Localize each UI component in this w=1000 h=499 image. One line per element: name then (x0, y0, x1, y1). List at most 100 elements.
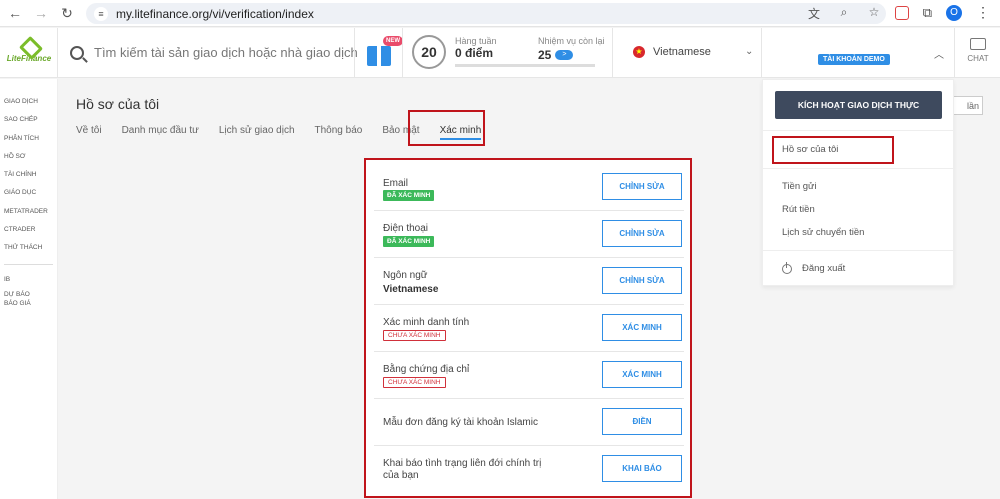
translate-icon[interactable]: 文 (806, 5, 822, 22)
brand-logo[interactable]: LiteFinance (2, 38, 56, 68)
menu-item-withdraw[interactable]: Rút tiền (782, 204, 815, 215)
nav-item-finance[interactable]: TÀI CHÍNH (0, 168, 57, 186)
verification-row-identity: Xác minh danh tính CHƯA XÁC MINH XÁC MIN… (374, 305, 684, 352)
verify-identity-button[interactable]: XÁC MINH (602, 314, 682, 341)
edit-language-button[interactable]: CHỈNH SỬA (602, 267, 682, 294)
verification-row-address: Bằng chứng địa chỉ CHƯA XÁC MINH XÁC MIN… (374, 352, 684, 399)
extension-icon[interactable] (894, 5, 909, 20)
unverified-badge: CHƯA XÁC MINH (383, 330, 446, 341)
tab-notifications[interactable]: Thông báo (315, 125, 363, 140)
verified-badge: ĐÃ XÁC MINH (383, 236, 435, 247)
nav-item-ctrader[interactable]: CTRADER (0, 223, 57, 241)
gift-ribbon (377, 42, 381, 66)
nav-divider (4, 263, 53, 265)
extensions-puzzle-icon[interactable]: ⧉ (923, 5, 932, 21)
verify-address-button[interactable]: XÁC MINH (602, 361, 682, 388)
divider (402, 28, 403, 78)
search-bar[interactable]: Tìm kiếm tài sản giao dịch hoặc nhà giao… (70, 45, 358, 60)
row-title-line1: Khai báo tình trạng liên đới chính trị (383, 458, 542, 469)
divider (612, 28, 613, 78)
background-button[interactable]: lần (951, 96, 983, 115)
chat-icon (970, 38, 986, 50)
row-title: Bằng chứng địa chỉ (383, 364, 470, 375)
edit-phone-button[interactable]: CHỈNH SỬA (602, 220, 682, 247)
forward-arrow-icon[interactable]: → (32, 4, 50, 22)
menu-divider (763, 250, 953, 251)
bookmark-star-icon[interactable]: ☆ (866, 5, 882, 22)
tab-trade-history[interactable]: Lịch sử giao dịch (219, 125, 295, 140)
menu-item-deposit[interactable]: Tiền gửi (782, 181, 817, 192)
verification-row-email: Email ĐÃ XÁC MINH CHỈNH SỬA (374, 164, 684, 211)
unverified-badge: CHƯA XÁC MINH (383, 377, 446, 388)
tab-highlight-frame (408, 110, 485, 146)
profile-highlight-frame (772, 136, 894, 164)
row-title: Mẫu đơn đăng ký tài khoản Islamic (383, 417, 538, 428)
site-settings-icon[interactable]: ≡ (94, 6, 108, 21)
nav-item-education[interactable]: GIÁO DỤC (0, 186, 57, 204)
chevron-down-icon: ⌄ (745, 46, 754, 57)
logo-mark-icon (20, 38, 38, 52)
weekly-progress-bar (455, 64, 595, 67)
level-badge[interactable]: 20 (412, 35, 446, 69)
activate-real-trading-button[interactable]: KÍCH HOẠT GIAO DỊCH THỰC (775, 91, 942, 119)
language-value: Vietnamese (383, 284, 439, 295)
edit-email-button[interactable]: CHỈNH SỬA (602, 173, 682, 200)
account-dropdown: KÍCH HOẠT GIAO DỊCH THỰC Hồ sơ của tôi T… (762, 79, 954, 286)
verification-row-language: Ngôn ngữ Vietnamese CHỈNH SỬA (374, 258, 684, 305)
chevron-up-icon: ︿ (934, 50, 944, 61)
app-header: LiteFinance Tìm kiếm tài sản giao dịch h… (0, 28, 1000, 78)
browser-menu-icon[interactable]: ⋮ (976, 4, 990, 21)
nav-item-challenge[interactable]: THỬ THÁCH (0, 241, 57, 259)
chat-button[interactable]: CHAT (962, 38, 994, 63)
nav-item-copy[interactable]: SAO CHÉP (0, 113, 57, 131)
logout-label: Đăng xuất (802, 263, 846, 274)
verification-row-political: Khai báo tình trạng liên đới chính trị c… (374, 446, 684, 493)
power-icon (782, 261, 792, 274)
tasks-go-button[interactable]: > (555, 50, 574, 60)
demo-account-badge: TÀI KHOẢN DEMO (818, 54, 890, 65)
zoom-icon[interactable]: ⌕ (836, 5, 852, 22)
row-title: Xác minh danh tính (383, 317, 470, 328)
language-label: Vietnamese (653, 46, 711, 58)
nav-item-metatrader[interactable]: METATRADER (0, 205, 57, 223)
verification-card: Email ĐÃ XÁC MINH CHỈNH SỬA Điện thoại Đ… (364, 158, 692, 498)
tasks-label: Nhiệm vụ còn lại (538, 36, 605, 46)
nav-item-quotes[interactable]: BÁO GIÁ (0, 300, 57, 309)
gift-button[interactable]: NEW (363, 36, 403, 70)
nav-item-forecast[interactable]: DỰ BÁO (0, 291, 57, 300)
menu-item-transfer-history[interactable]: Lịch sử chuyển tiền (782, 227, 864, 238)
page-title: Hồ sơ của tôi (76, 96, 160, 112)
verification-row-islamic: Mẫu đơn đăng ký tài khoản Islamic ĐIỀN (374, 399, 684, 446)
tab-portfolio[interactable]: Danh mục đầu tư (122, 125, 199, 140)
language-selector[interactable]: ★ Vietnamese ⌄ (633, 46, 753, 58)
nav-item-trading[interactable]: GIAO DỊCH (0, 95, 57, 113)
address-bar[interactable]: ≡ my.litefinance.org/vi/verification/ind… (86, 3, 886, 24)
vietnam-flag-icon: ★ (633, 46, 645, 58)
nav-item-profile[interactable]: HỒ SƠ (0, 150, 57, 168)
declare-political-button[interactable]: KHAI BÁO (602, 455, 682, 482)
remaining-tasks[interactable]: Nhiệm vụ còn lại 25 > (538, 36, 605, 62)
row-title-line2: của bạn (383, 470, 419, 481)
divider (354, 28, 355, 78)
divider (57, 28, 58, 78)
logout-button[interactable]: Đăng xuất (782, 261, 846, 274)
search-placeholder: Tìm kiếm tài sản giao dịch hoặc nhà giao… (94, 45, 358, 60)
left-nav: GIAO DỊCH SAO CHÉP PHÂN TÍCH HỒ SƠ TÀI C… (0, 79, 58, 499)
row-title: Ngôn ngữ (383, 270, 428, 281)
row-title: Điện thoại (383, 223, 429, 234)
profile-avatar[interactable]: O (946, 4, 962, 21)
reload-icon[interactable]: ↻ (58, 4, 76, 22)
fill-islamic-form-button[interactable]: ĐIỀN (602, 408, 682, 435)
nav-item-ib[interactable]: IB (0, 273, 57, 291)
account-menu-toggle[interactable]: TÀI KHOẢN DEMO ︿ (762, 28, 954, 78)
back-arrow-icon[interactable]: ← (6, 4, 24, 22)
chat-label: CHAT (967, 54, 989, 63)
url-text: my.litefinance.org/vi/verification/index (116, 6, 314, 21)
row-title: Email (383, 178, 409, 189)
menu-divider (763, 168, 953, 169)
menu-divider (763, 130, 953, 131)
tab-about-me[interactable]: Về tôi (76, 125, 102, 140)
new-badge: NEW (383, 36, 403, 46)
nav-item-analysis[interactable]: PHÂN TÍCH (0, 132, 57, 150)
divider (954, 28, 955, 78)
